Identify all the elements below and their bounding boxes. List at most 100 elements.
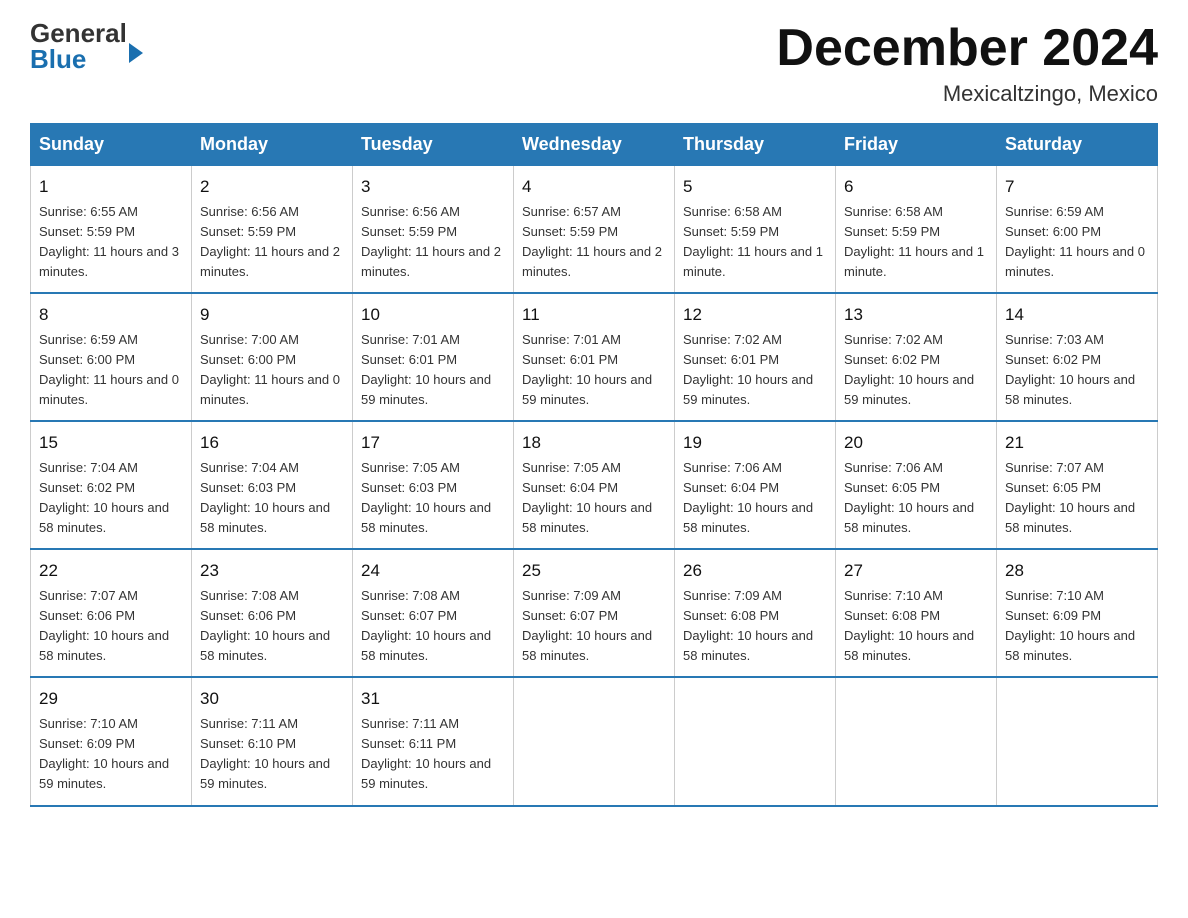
calendar-cell: 4Sunrise: 6:57 AMSunset: 5:59 PMDaylight… xyxy=(514,166,675,294)
calendar-cell: 15Sunrise: 7:04 AMSunset: 6:02 PMDayligh… xyxy=(31,421,192,549)
day-number: 22 xyxy=(39,558,183,584)
day-info: Sunrise: 6:58 AMSunset: 5:59 PMDaylight:… xyxy=(844,202,988,283)
day-info: Sunrise: 7:02 AMSunset: 6:01 PMDaylight:… xyxy=(683,330,827,411)
day-number: 18 xyxy=(522,430,666,456)
day-number: 2 xyxy=(200,174,344,200)
calendar-cell: 8Sunrise: 6:59 AMSunset: 6:00 PMDaylight… xyxy=(31,293,192,421)
day-number: 23 xyxy=(200,558,344,584)
day-info: Sunrise: 7:04 AMSunset: 6:03 PMDaylight:… xyxy=(200,458,344,539)
calendar-cell: 17Sunrise: 7:05 AMSunset: 6:03 PMDayligh… xyxy=(353,421,514,549)
day-number: 28 xyxy=(1005,558,1149,584)
day-number: 16 xyxy=(200,430,344,456)
day-number: 30 xyxy=(200,686,344,712)
day-info: Sunrise: 6:58 AMSunset: 5:59 PMDaylight:… xyxy=(683,202,827,283)
day-number: 7 xyxy=(1005,174,1149,200)
day-number: 26 xyxy=(683,558,827,584)
day-number: 5 xyxy=(683,174,827,200)
day-info: Sunrise: 6:59 AMSunset: 6:00 PMDaylight:… xyxy=(1005,202,1149,283)
calendar-cell: 1Sunrise: 6:55 AMSunset: 5:59 PMDaylight… xyxy=(31,166,192,294)
day-info: Sunrise: 7:09 AMSunset: 6:08 PMDaylight:… xyxy=(683,586,827,667)
calendar-cell: 28Sunrise: 7:10 AMSunset: 6:09 PMDayligh… xyxy=(997,549,1158,677)
header-tuesday: Tuesday xyxy=(353,124,514,166)
day-number: 13 xyxy=(844,302,988,328)
day-info: Sunrise: 6:56 AMSunset: 5:59 PMDaylight:… xyxy=(200,202,344,283)
calendar-cell: 11Sunrise: 7:01 AMSunset: 6:01 PMDayligh… xyxy=(514,293,675,421)
calendar-cell: 3Sunrise: 6:56 AMSunset: 5:59 PMDaylight… xyxy=(353,166,514,294)
calendar-cell: 29Sunrise: 7:10 AMSunset: 6:09 PMDayligh… xyxy=(31,677,192,805)
day-info: Sunrise: 7:07 AMSunset: 6:06 PMDaylight:… xyxy=(39,586,183,667)
day-info: Sunrise: 6:57 AMSunset: 5:59 PMDaylight:… xyxy=(522,202,666,283)
calendar-cell xyxy=(514,677,675,805)
day-number: 12 xyxy=(683,302,827,328)
day-number: 10 xyxy=(361,302,505,328)
calendar-cell: 13Sunrise: 7:02 AMSunset: 6:02 PMDayligh… xyxy=(836,293,997,421)
day-info: Sunrise: 7:09 AMSunset: 6:07 PMDaylight:… xyxy=(522,586,666,667)
day-number: 20 xyxy=(844,430,988,456)
header-row: Sunday Monday Tuesday Wednesday Thursday… xyxy=(31,124,1158,166)
day-info: Sunrise: 7:11 AMSunset: 6:10 PMDaylight:… xyxy=(200,714,344,795)
logo-blue-text: Blue xyxy=(30,46,127,72)
day-info: Sunrise: 7:08 AMSunset: 6:07 PMDaylight:… xyxy=(361,586,505,667)
day-info: Sunrise: 7:10 AMSunset: 6:09 PMDaylight:… xyxy=(39,714,183,795)
header-saturday: Saturday xyxy=(997,124,1158,166)
calendar-cell xyxy=(997,677,1158,805)
day-info: Sunrise: 7:01 AMSunset: 6:01 PMDaylight:… xyxy=(522,330,666,411)
calendar-cell: 22Sunrise: 7:07 AMSunset: 6:06 PMDayligh… xyxy=(31,549,192,677)
location-text: Mexicaltzingo, Mexico xyxy=(776,81,1158,107)
calendar-week-1: 1Sunrise: 6:55 AMSunset: 5:59 PMDaylight… xyxy=(31,166,1158,294)
day-info: Sunrise: 6:55 AMSunset: 5:59 PMDaylight:… xyxy=(39,202,183,283)
calendar-cell: 12Sunrise: 7:02 AMSunset: 6:01 PMDayligh… xyxy=(675,293,836,421)
logo-general-text: General xyxy=(30,20,127,46)
calendar-cell: 30Sunrise: 7:11 AMSunset: 6:10 PMDayligh… xyxy=(192,677,353,805)
calendar-cell: 10Sunrise: 7:01 AMSunset: 6:01 PMDayligh… xyxy=(353,293,514,421)
header-friday: Friday xyxy=(836,124,997,166)
day-info: Sunrise: 7:05 AMSunset: 6:03 PMDaylight:… xyxy=(361,458,505,539)
day-info: Sunrise: 7:01 AMSunset: 6:01 PMDaylight:… xyxy=(361,330,505,411)
calendar-cell: 24Sunrise: 7:08 AMSunset: 6:07 PMDayligh… xyxy=(353,549,514,677)
calendar-header: Sunday Monday Tuesday Wednesday Thursday… xyxy=(31,124,1158,166)
calendar-cell xyxy=(836,677,997,805)
day-number: 11 xyxy=(522,302,666,328)
calendar-body: 1Sunrise: 6:55 AMSunset: 5:59 PMDaylight… xyxy=(31,166,1158,806)
calendar-cell: 16Sunrise: 7:04 AMSunset: 6:03 PMDayligh… xyxy=(192,421,353,549)
day-info: Sunrise: 6:59 AMSunset: 6:00 PMDaylight:… xyxy=(39,330,183,411)
day-number: 21 xyxy=(1005,430,1149,456)
day-info: Sunrise: 7:06 AMSunset: 6:05 PMDaylight:… xyxy=(844,458,988,539)
calendar-cell: 7Sunrise: 6:59 AMSunset: 6:00 PMDaylight… xyxy=(997,166,1158,294)
header-thursday: Thursday xyxy=(675,124,836,166)
day-number: 3 xyxy=(361,174,505,200)
day-number: 19 xyxy=(683,430,827,456)
calendar-cell: 21Sunrise: 7:07 AMSunset: 6:05 PMDayligh… xyxy=(997,421,1158,549)
calendar-cell: 20Sunrise: 7:06 AMSunset: 6:05 PMDayligh… xyxy=(836,421,997,549)
calendar-week-3: 15Sunrise: 7:04 AMSunset: 6:02 PMDayligh… xyxy=(31,421,1158,549)
logo: General Blue xyxy=(30,20,143,72)
calendar-cell: 23Sunrise: 7:08 AMSunset: 6:06 PMDayligh… xyxy=(192,549,353,677)
day-info: Sunrise: 7:00 AMSunset: 6:00 PMDaylight:… xyxy=(200,330,344,411)
day-info: Sunrise: 7:04 AMSunset: 6:02 PMDaylight:… xyxy=(39,458,183,539)
day-info: Sunrise: 7:03 AMSunset: 6:02 PMDaylight:… xyxy=(1005,330,1149,411)
calendar-cell: 26Sunrise: 7:09 AMSunset: 6:08 PMDayligh… xyxy=(675,549,836,677)
day-number: 31 xyxy=(361,686,505,712)
day-info: Sunrise: 7:10 AMSunset: 6:08 PMDaylight:… xyxy=(844,586,988,667)
logo-text: General Blue xyxy=(30,20,127,72)
header-wednesday: Wednesday xyxy=(514,124,675,166)
calendar-cell: 31Sunrise: 7:11 AMSunset: 6:11 PMDayligh… xyxy=(353,677,514,805)
day-number: 24 xyxy=(361,558,505,584)
day-number: 15 xyxy=(39,430,183,456)
day-number: 14 xyxy=(1005,302,1149,328)
day-number: 17 xyxy=(361,430,505,456)
calendar-week-4: 22Sunrise: 7:07 AMSunset: 6:06 PMDayligh… xyxy=(31,549,1158,677)
logo-arrow-icon xyxy=(129,43,143,63)
day-info: Sunrise: 7:11 AMSunset: 6:11 PMDaylight:… xyxy=(361,714,505,795)
calendar-table: Sunday Monday Tuesday Wednesday Thursday… xyxy=(30,123,1158,806)
calendar-cell: 19Sunrise: 7:06 AMSunset: 6:04 PMDayligh… xyxy=(675,421,836,549)
day-info: Sunrise: 7:05 AMSunset: 6:04 PMDaylight:… xyxy=(522,458,666,539)
calendar-cell: 9Sunrise: 7:00 AMSunset: 6:00 PMDaylight… xyxy=(192,293,353,421)
calendar-week-2: 8Sunrise: 6:59 AMSunset: 6:00 PMDaylight… xyxy=(31,293,1158,421)
day-info: Sunrise: 7:02 AMSunset: 6:02 PMDaylight:… xyxy=(844,330,988,411)
day-info: Sunrise: 7:08 AMSunset: 6:06 PMDaylight:… xyxy=(200,586,344,667)
day-info: Sunrise: 7:10 AMSunset: 6:09 PMDaylight:… xyxy=(1005,586,1149,667)
day-number: 29 xyxy=(39,686,183,712)
day-number: 9 xyxy=(200,302,344,328)
title-section: December 2024 Mexicaltzingo, Mexico xyxy=(776,20,1158,107)
